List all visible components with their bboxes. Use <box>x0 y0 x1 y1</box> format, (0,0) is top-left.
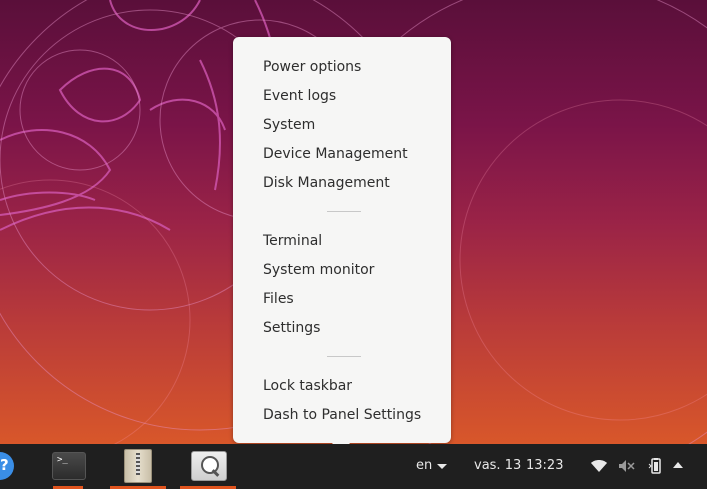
taskbar-app-terminal[interactable]: >_ <box>40 444 96 489</box>
show-applications-button[interactable]: ? <box>0 452 14 480</box>
terminal-prompt-glyph: >_ <box>57 455 68 465</box>
help-icon: ? <box>0 456 9 474</box>
menu-item-system-monitor[interactable]: System monitor <box>263 261 374 279</box>
language-label: en <box>416 458 433 473</box>
menu-item-settings[interactable]: Settings <box>263 319 320 337</box>
menu-item-event-logs[interactable]: Event logs <box>263 87 336 105</box>
menu-separator <box>327 356 361 357</box>
image-viewer-icon <box>191 451 227 481</box>
terminal-icon: >_ <box>52 452 86 480</box>
menu-item-files[interactable]: Files <box>263 290 294 308</box>
chevron-down-icon <box>437 464 447 469</box>
language-selector[interactable]: en <box>410 444 454 489</box>
archive-manager-icon <box>124 449 152 483</box>
menu-item-terminal[interactable]: Terminal <box>263 232 322 250</box>
menu-item-power-options[interactable]: Power options <box>263 58 361 76</box>
menu-item-disk-management[interactable]: Disk Management <box>263 174 390 192</box>
wifi-icon <box>591 460 607 472</box>
taskbar: ? >_ en vas. 13 13:23 <box>0 444 707 489</box>
clock-time: 13:23 <box>526 458 564 473</box>
menu-item-device-management[interactable]: Device Management <box>263 145 408 163</box>
menu-separator <box>327 211 361 212</box>
tray-expand-icon[interactable] <box>673 462 683 468</box>
volume-muted-icon <box>619 460 635 472</box>
menu-item-lock-taskbar[interactable]: Lock taskbar <box>263 377 352 395</box>
taskbar-context-menu: Power options Event logs System Device M… <box>233 37 451 443</box>
clock[interactable]: vas. 13 13:23 <box>466 444 576 489</box>
taskbar-app-archive-manager[interactable] <box>110 444 166 489</box>
taskbar-app-image-viewer[interactable] <box>180 444 236 489</box>
system-tray[interactable] <box>585 444 707 489</box>
clock-date: vas. 13 <box>474 458 522 473</box>
menu-item-dash-to-panel-settings[interactable]: Dash to Panel Settings <box>263 406 421 424</box>
battery-icon <box>648 458 661 474</box>
menu-item-system[interactable]: System <box>263 116 315 134</box>
